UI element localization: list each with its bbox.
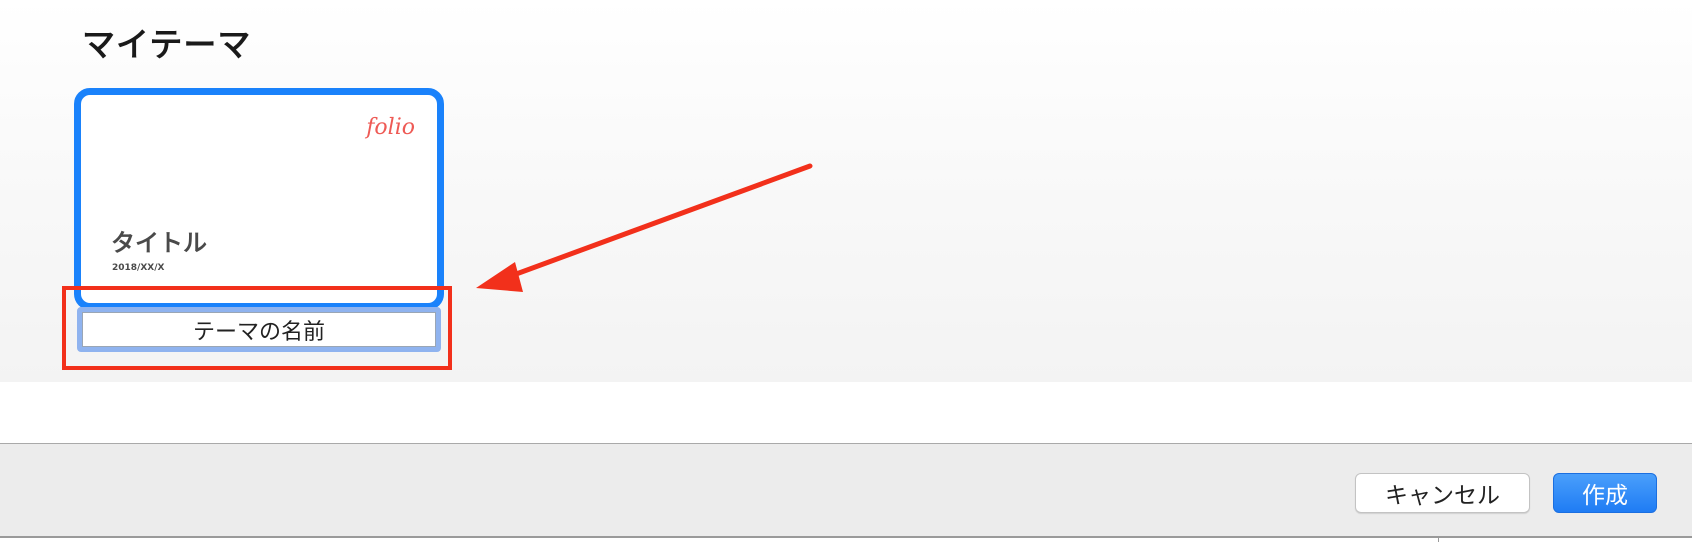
- section-title: マイテーマ: [82, 25, 252, 64]
- dialog-footer: キャンセル 作成: [0, 443, 1692, 538]
- footer-divider: [1438, 538, 1439, 542]
- theme-chooser-area: マイテーマ folio タイトル 2018/XX/X: [0, 0, 1692, 382]
- create-button[interactable]: 作成: [1553, 473, 1657, 513]
- theme-name-field-focus-ring: [77, 307, 441, 352]
- folio-logo: folio: [366, 115, 415, 140]
- cancel-button[interactable]: キャンセル: [1355, 473, 1530, 513]
- theme-name-input[interactable]: [82, 312, 436, 347]
- thumbnail-date: 2018/XX/X: [112, 263, 165, 273]
- theme-thumbnail[interactable]: folio タイトル 2018/XX/X: [74, 88, 444, 310]
- thumbnail-title: タイトル: [111, 229, 207, 257]
